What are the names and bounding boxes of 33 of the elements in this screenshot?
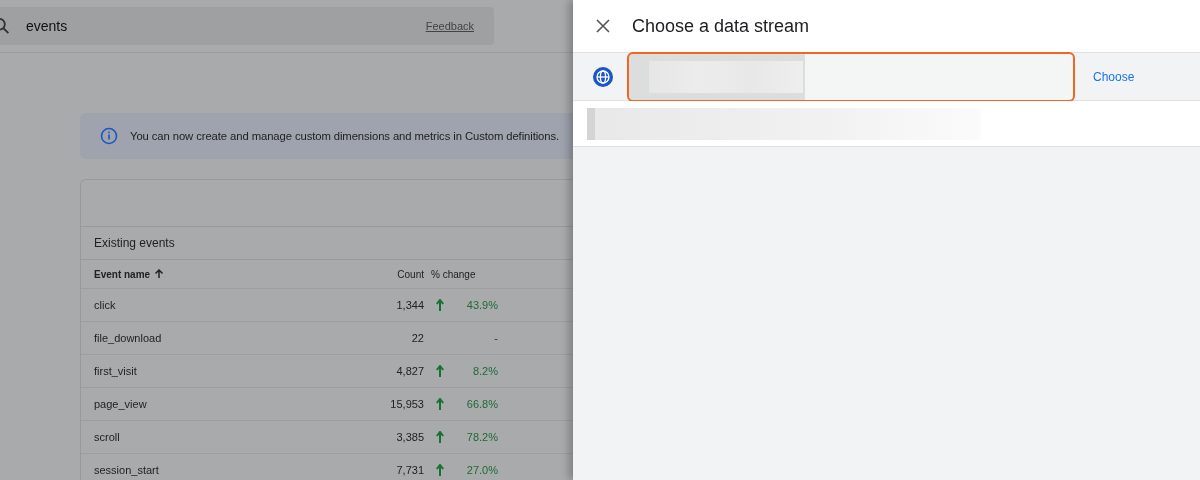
table-cell: - [494,332,498,344]
table-cell: 66.8% [466,398,498,410]
table-cell-text: 7,731 [395,464,424,476]
stream-row[interactable]: Choose [573,52,1200,101]
feedback-link[interactable]: Feedback [425,20,474,32]
table-cell-text: click [93,299,117,311]
table-cell-text: session_start [93,464,160,476]
card-title: Existing events [94,236,175,250]
table-cell-text: 3,385 [395,431,424,443]
table-cell: 78.2% [466,431,498,443]
table-cell: 27.0% [466,464,498,476]
table-cell: 43.9% [466,299,498,311]
table-cell-text: 4,827 [395,365,424,377]
table-cell-text: first_visit [93,365,138,377]
globe-icon [592,65,614,88]
table-cell-text: file_download [93,332,163,344]
table-cell-text: 22 [410,332,424,344]
column-header[interactable]: Event name [81,268,344,280]
column-header[interactable]: Count [344,268,424,280]
search-value: events [26,18,69,34]
search-field[interactable]: events Feedback [0,7,494,45]
sort-arrow-icon [154,269,165,279]
close-icon[interactable] [596,19,610,33]
choose-link[interactable]: Choose [1093,69,1135,84]
table-cell-text: 15,953 [389,398,424,410]
info-icon [100,127,118,145]
table-cell-text: 1,344 [395,299,424,311]
table-cell-text: page_view [93,398,148,410]
panel-title: Choose a data stream [632,15,810,37]
banner-text: You can now create and manage custom dimensions and metrics in Custom definitions. [130,130,560,142]
table-cell-text: scroll [93,431,121,443]
table-cell: 8.2% [472,365,498,377]
column-header[interactable]: % change [424,268,501,280]
